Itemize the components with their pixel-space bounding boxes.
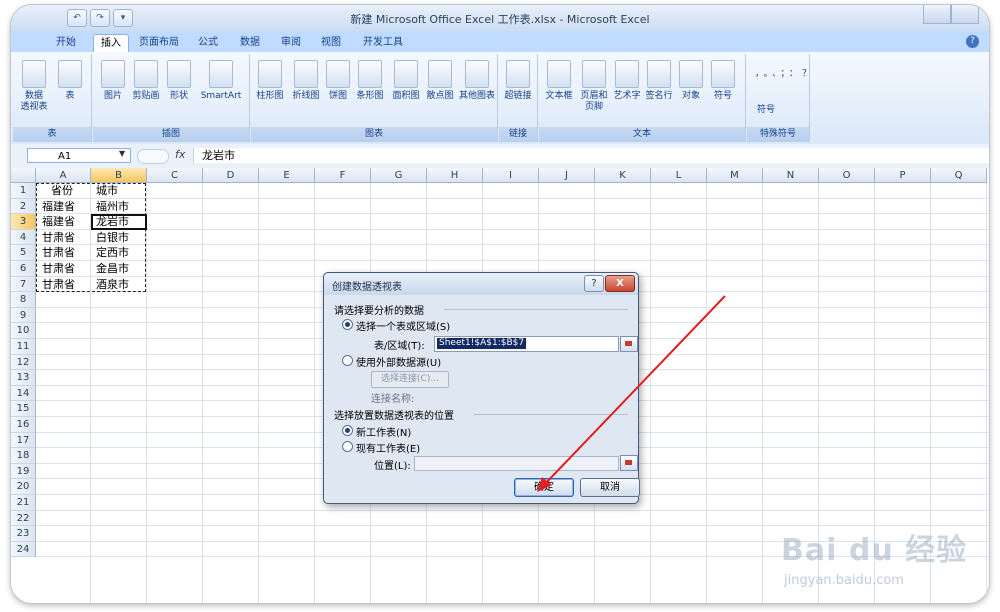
arrow-shaft <box>542 295 726 487</box>
excel-window: ↶ ↷ ▾ 新建 Microsoft Office Excel 工作表.xlsx… <box>10 4 990 604</box>
watermark-url: jingyan.baidu.com <box>784 573 904 588</box>
watermark-logo-text: Bai du 经验 <box>781 533 968 568</box>
baidu-watermark: Bai du 经验 jingyan.baidu.com <box>781 525 981 595</box>
annotation-arrow <box>537 295 726 492</box>
